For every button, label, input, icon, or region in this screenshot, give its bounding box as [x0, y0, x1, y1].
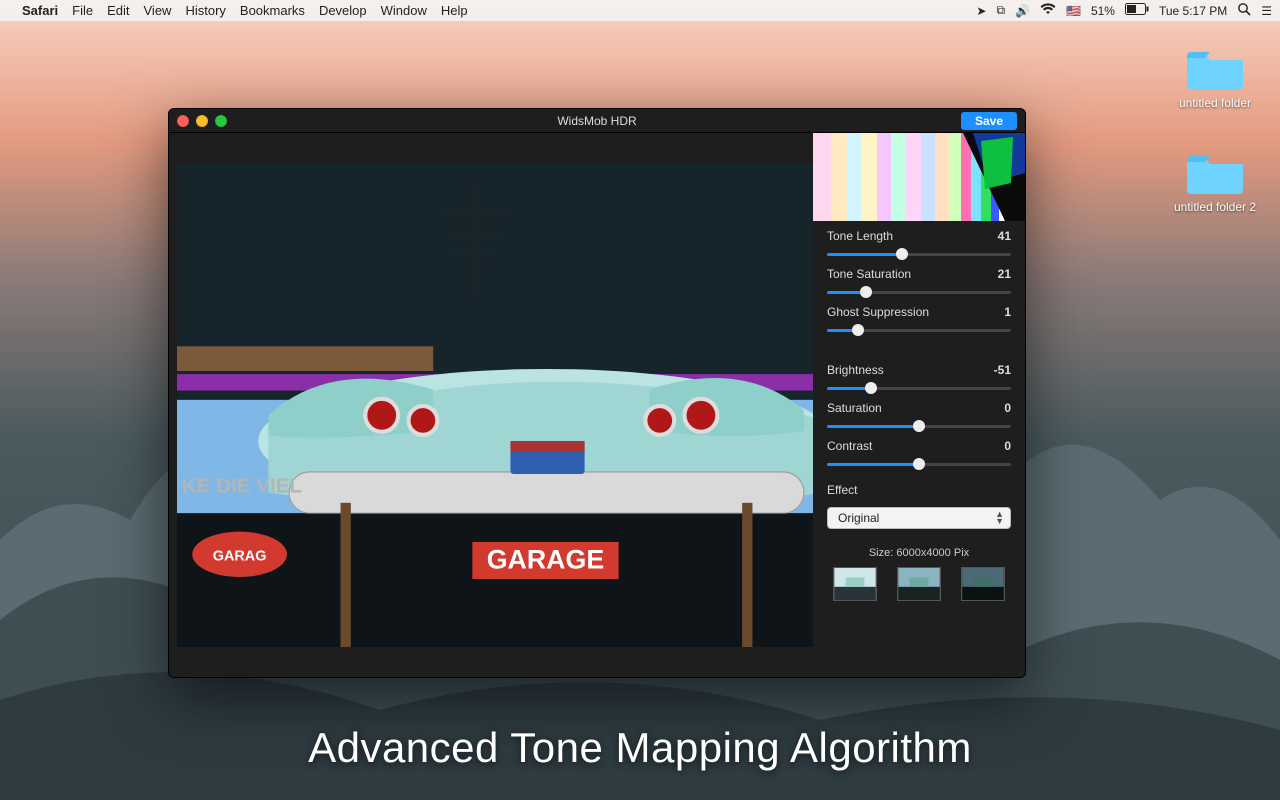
- menu-file[interactable]: File: [72, 3, 93, 18]
- control-value: 21: [998, 267, 1011, 281]
- menu-bookmarks[interactable]: Bookmarks: [240, 3, 305, 18]
- effect-label: Effect: [827, 483, 1011, 497]
- clock[interactable]: Tue 5:17 PM: [1159, 4, 1227, 18]
- folder-label: untitled folder 2: [1170, 200, 1260, 214]
- slider-tone-saturation[interactable]: [827, 285, 1011, 299]
- folder-icon: [1183, 148, 1247, 196]
- control-label: Saturation: [827, 401, 882, 415]
- control-contrast: Contrast 0: [827, 439, 1011, 471]
- histogram: [813, 133, 1025, 221]
- folder-label: untitled folder: [1170, 96, 1260, 110]
- menu-develop[interactable]: Develop: [319, 3, 367, 18]
- control-value: 1: [1004, 305, 1011, 319]
- desktop-folder-1[interactable]: untitled folder: [1170, 44, 1260, 110]
- effect-select[interactable]: Original ▲▼: [827, 507, 1011, 529]
- slider-tone-length[interactable]: [827, 247, 1011, 261]
- window-minimize-icon[interactable]: [196, 115, 208, 127]
- control-tone-length: Tone Length 41: [827, 229, 1011, 261]
- menu-view[interactable]: View: [144, 3, 172, 18]
- control-brightness: Brightness -51: [827, 363, 1011, 395]
- thumbnail-3[interactable]: [961, 567, 1005, 601]
- widsmob-hdr-window: WidsMob HDR Save: [168, 108, 1026, 678]
- image-preview[interactable]: GARAGE GARAG KE DIE VIEL: [169, 133, 813, 677]
- battery-percent: 51%: [1091, 4, 1115, 18]
- control-value: 0: [1004, 401, 1011, 415]
- exposure-thumbnails: [813, 567, 1025, 611]
- svg-text:GARAG: GARAG: [213, 548, 267, 564]
- control-tone-saturation: Tone Saturation 21: [827, 267, 1011, 299]
- control-label: Contrast: [827, 439, 872, 453]
- chevron-up-down-icon: ▲▼: [995, 511, 1004, 525]
- mac-menubar: Safari File Edit View History Bookmarks …: [0, 0, 1280, 22]
- thumbnail-2[interactable]: [897, 567, 941, 601]
- image-size-info: Size: 6000x4000 Pix: [813, 547, 1025, 559]
- svg-text:GARAGE: GARAGE: [487, 545, 604, 575]
- menubar-app-name[interactable]: Safari: [22, 3, 58, 18]
- folder-icon: [1183, 44, 1247, 92]
- input-flag-icon[interactable]: 🇺🇸: [1066, 4, 1081, 18]
- menu-history[interactable]: History: [185, 3, 225, 18]
- window-titlebar[interactable]: WidsMob HDR Save: [169, 109, 1025, 133]
- slider-ghost-suppression[interactable]: [827, 323, 1011, 337]
- control-label: Tone Length: [827, 229, 893, 243]
- menu-window[interactable]: Window: [381, 3, 427, 18]
- control-saturation: Saturation 0: [827, 401, 1011, 433]
- slider-contrast[interactable]: [827, 457, 1011, 471]
- wifi-icon[interactable]: [1040, 3, 1056, 18]
- notification-center-icon[interactable]: ☰: [1261, 4, 1272, 18]
- control-value: 41: [998, 229, 1011, 243]
- promo-caption: Advanced Tone Mapping Algorithm: [0, 724, 1280, 772]
- screen-record-icon[interactable]: ⧉: [996, 3, 1005, 18]
- menu-edit[interactable]: Edit: [107, 3, 129, 18]
- menu-help[interactable]: Help: [441, 3, 468, 18]
- slider-brightness[interactable]: [827, 381, 1011, 395]
- save-button[interactable]: Save: [961, 112, 1017, 130]
- control-value: 0: [1004, 439, 1011, 453]
- window-title: WidsMob HDR: [557, 114, 636, 128]
- battery-icon[interactable]: [1125, 3, 1149, 18]
- location-arrow-icon[interactable]: ➤: [976, 4, 986, 18]
- desktop-folder-2[interactable]: untitled folder 2: [1170, 148, 1260, 214]
- control-ghost-suppression: Ghost Suppression 1: [827, 305, 1011, 337]
- window-close-icon[interactable]: [177, 115, 189, 127]
- control-value: -51: [994, 363, 1011, 377]
- control-label: Brightness: [827, 363, 884, 377]
- control-label: Tone Saturation: [827, 267, 911, 281]
- adjustments-sidebar: Tone Length 41 Tone Saturation 21: [813, 133, 1025, 677]
- slider-saturation[interactable]: [827, 419, 1011, 433]
- effect-selected-value: Original: [838, 511, 879, 525]
- svg-text:KE DIE VIEL: KE DIE VIEL: [182, 475, 302, 498]
- thumbnail-1[interactable]: [833, 567, 877, 601]
- volume-icon[interactable]: 🔊: [1015, 4, 1030, 18]
- control-label: Ghost Suppression: [827, 305, 929, 319]
- spotlight-icon[interactable]: [1237, 2, 1251, 19]
- window-zoom-icon[interactable]: [215, 115, 227, 127]
